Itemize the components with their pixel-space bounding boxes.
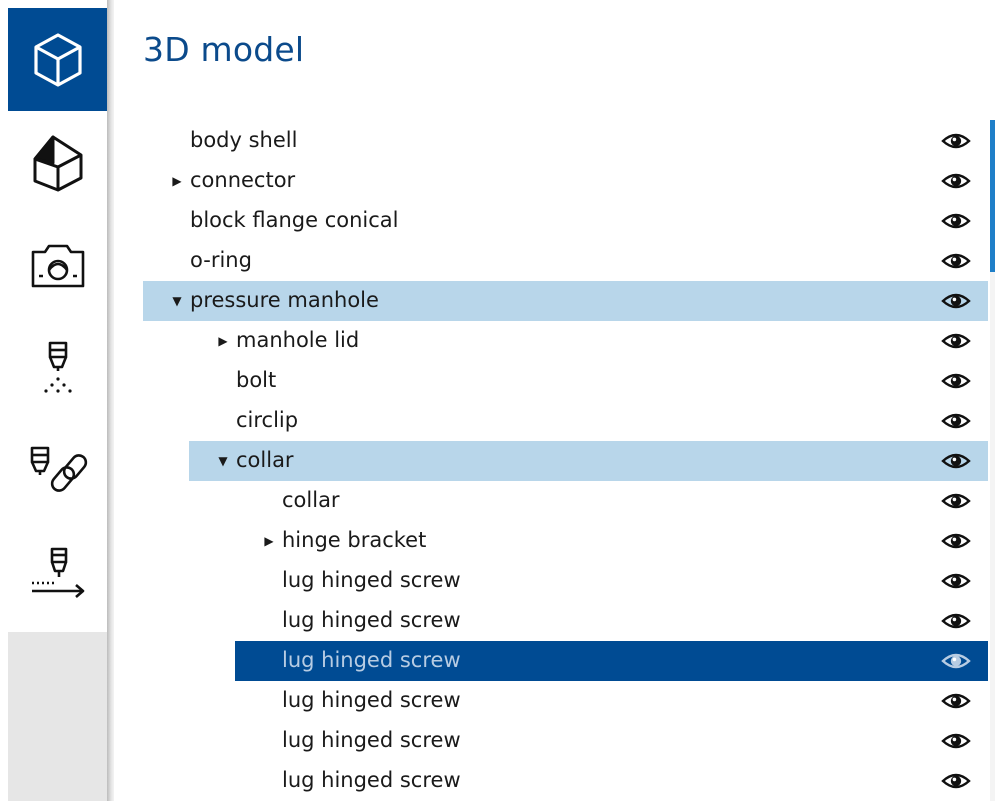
visibility-eye-icon[interactable] xyxy=(941,171,971,191)
tree-row-label: lug hinged screw xyxy=(282,688,461,712)
visibility-eye-icon[interactable] xyxy=(941,771,971,791)
spray-nozzle-icon xyxy=(43,341,72,393)
tree-row[interactable]: collar xyxy=(235,481,988,521)
visibility-eye-icon[interactable] xyxy=(941,411,971,431)
nozzle-path-button[interactable] xyxy=(8,523,107,626)
solid-view-icon xyxy=(33,135,82,191)
nozzle-path-icon xyxy=(31,547,84,598)
tree-row-label: body shell xyxy=(190,128,298,152)
visibility-eye-icon[interactable] xyxy=(941,211,971,231)
caret-down-icon[interactable]: ▼ xyxy=(217,454,229,468)
visibility-eye-icon[interactable] xyxy=(941,491,971,511)
caret-right-icon[interactable]: ▶ xyxy=(263,534,275,548)
tree-row[interactable]: lug hinged screw xyxy=(235,721,988,761)
solid-view-button[interactable] xyxy=(8,111,107,214)
tree-row[interactable]: body shell xyxy=(143,121,988,161)
tree-row-label: collar xyxy=(236,448,294,472)
model-tree-button[interactable] xyxy=(8,8,107,111)
window-edge xyxy=(0,0,8,801)
visibility-eye-icon[interactable] xyxy=(941,531,971,551)
visibility-eye-icon[interactable] xyxy=(941,371,971,391)
camera-button[interactable] xyxy=(8,214,107,317)
tool-rail-buttons xyxy=(8,8,107,632)
tree-row[interactable]: lug hinged screw xyxy=(235,681,988,721)
visibility-eye-icon[interactable] xyxy=(941,611,971,631)
tree-row[interactable]: ▼ pressure manhole xyxy=(143,281,988,321)
tree-row[interactable]: circlip xyxy=(189,401,988,441)
tree-row-label: lug hinged screw xyxy=(282,768,461,792)
visibility-eye-icon[interactable] xyxy=(941,571,971,591)
tree-scrollbar-thumb[interactable] xyxy=(990,120,995,272)
caret-right-icon[interactable]: ▶ xyxy=(171,174,183,188)
visibility-eye-icon[interactable] xyxy=(941,131,971,151)
tool-rail xyxy=(8,8,107,801)
tree-row-label: lug hinged screw xyxy=(282,608,461,632)
tree-row[interactable]: ▼ collar xyxy=(189,441,988,481)
tree-row-label: block flange conical xyxy=(190,208,399,232)
visibility-eye-icon[interactable] xyxy=(941,691,971,711)
tree-row-label: hinge bracket xyxy=(282,528,427,552)
panel-splitter[interactable] xyxy=(107,0,114,801)
tree-row-label: bolt xyxy=(236,368,277,392)
tree-row[interactable]: ▶ manhole lid xyxy=(189,321,988,361)
tree-row-label: o-ring xyxy=(190,248,252,272)
visibility-eye-icon[interactable] xyxy=(941,731,971,751)
nozzle-link-button[interactable] xyxy=(8,420,107,523)
tree-row[interactable]: lug hinged screw xyxy=(235,561,988,601)
tree-row[interactable]: lug hinged screw xyxy=(235,761,988,801)
camera-icon xyxy=(31,244,84,287)
cube-icon xyxy=(33,32,82,87)
visibility-eye-icon[interactable] xyxy=(941,251,971,271)
tree-row[interactable]: lug hinged screw xyxy=(235,601,988,641)
tree-scrollbar[interactable] xyxy=(990,120,995,801)
tree-row-label: collar xyxy=(282,488,340,512)
tree-row[interactable]: lug hinged screw xyxy=(235,641,988,681)
tree-row[interactable]: ▶ hinge bracket xyxy=(235,521,988,561)
tree-row-label: pressure manhole xyxy=(190,288,379,312)
page-title: 3D model xyxy=(143,30,305,69)
tree-row-label: lug hinged screw xyxy=(282,568,461,592)
visibility-eye-icon[interactable] xyxy=(941,331,971,351)
visibility-eye-icon[interactable] xyxy=(941,651,971,671)
caret-right-icon[interactable]: ▶ xyxy=(217,334,229,348)
nozzle-link-icon xyxy=(30,446,87,492)
tree-row-label: lug hinged screw xyxy=(282,728,461,752)
tree-row-label: lug hinged screw xyxy=(282,648,461,672)
spray-button[interactable] xyxy=(8,317,107,420)
tree-row-label: connector xyxy=(190,168,296,192)
visibility-eye-icon[interactable] xyxy=(941,291,971,311)
tree-row[interactable]: block flange conical xyxy=(143,201,988,241)
tree-row[interactable]: bolt xyxy=(189,361,988,401)
visibility-eye-icon[interactable] xyxy=(941,451,971,471)
tree-row-label: circlip xyxy=(236,408,299,432)
model-tree: body shell ▶ connector block flange conical… xyxy=(143,120,988,801)
tree-row-label: manhole lid xyxy=(236,328,360,352)
tree-row[interactable]: ▶ connector xyxy=(143,161,988,201)
caret-down-icon[interactable]: ▼ xyxy=(171,294,183,308)
tree-row[interactable]: o-ring xyxy=(143,241,988,281)
